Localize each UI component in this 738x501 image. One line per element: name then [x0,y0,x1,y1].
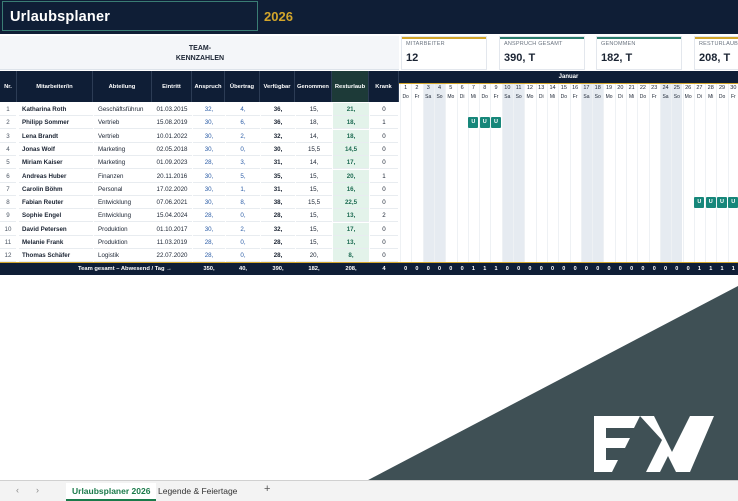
sheet-tab-bar: ‹ › Urlaubsplaner 2026 Legende & Feierta… [0,480,738,501]
tab-scroll-left-icon[interactable]: ‹ [16,485,19,495]
add-sheet-button[interactable]: + [264,483,270,495]
tab-scroll-right-icon[interactable]: › [36,485,39,495]
tab-urlaubsplaner[interactable]: Urlaubsplaner 2026 [66,483,157,501]
tab-legende[interactable]: Legende & Feiertage [152,483,243,499]
brand-logo-overlay [330,286,738,500]
